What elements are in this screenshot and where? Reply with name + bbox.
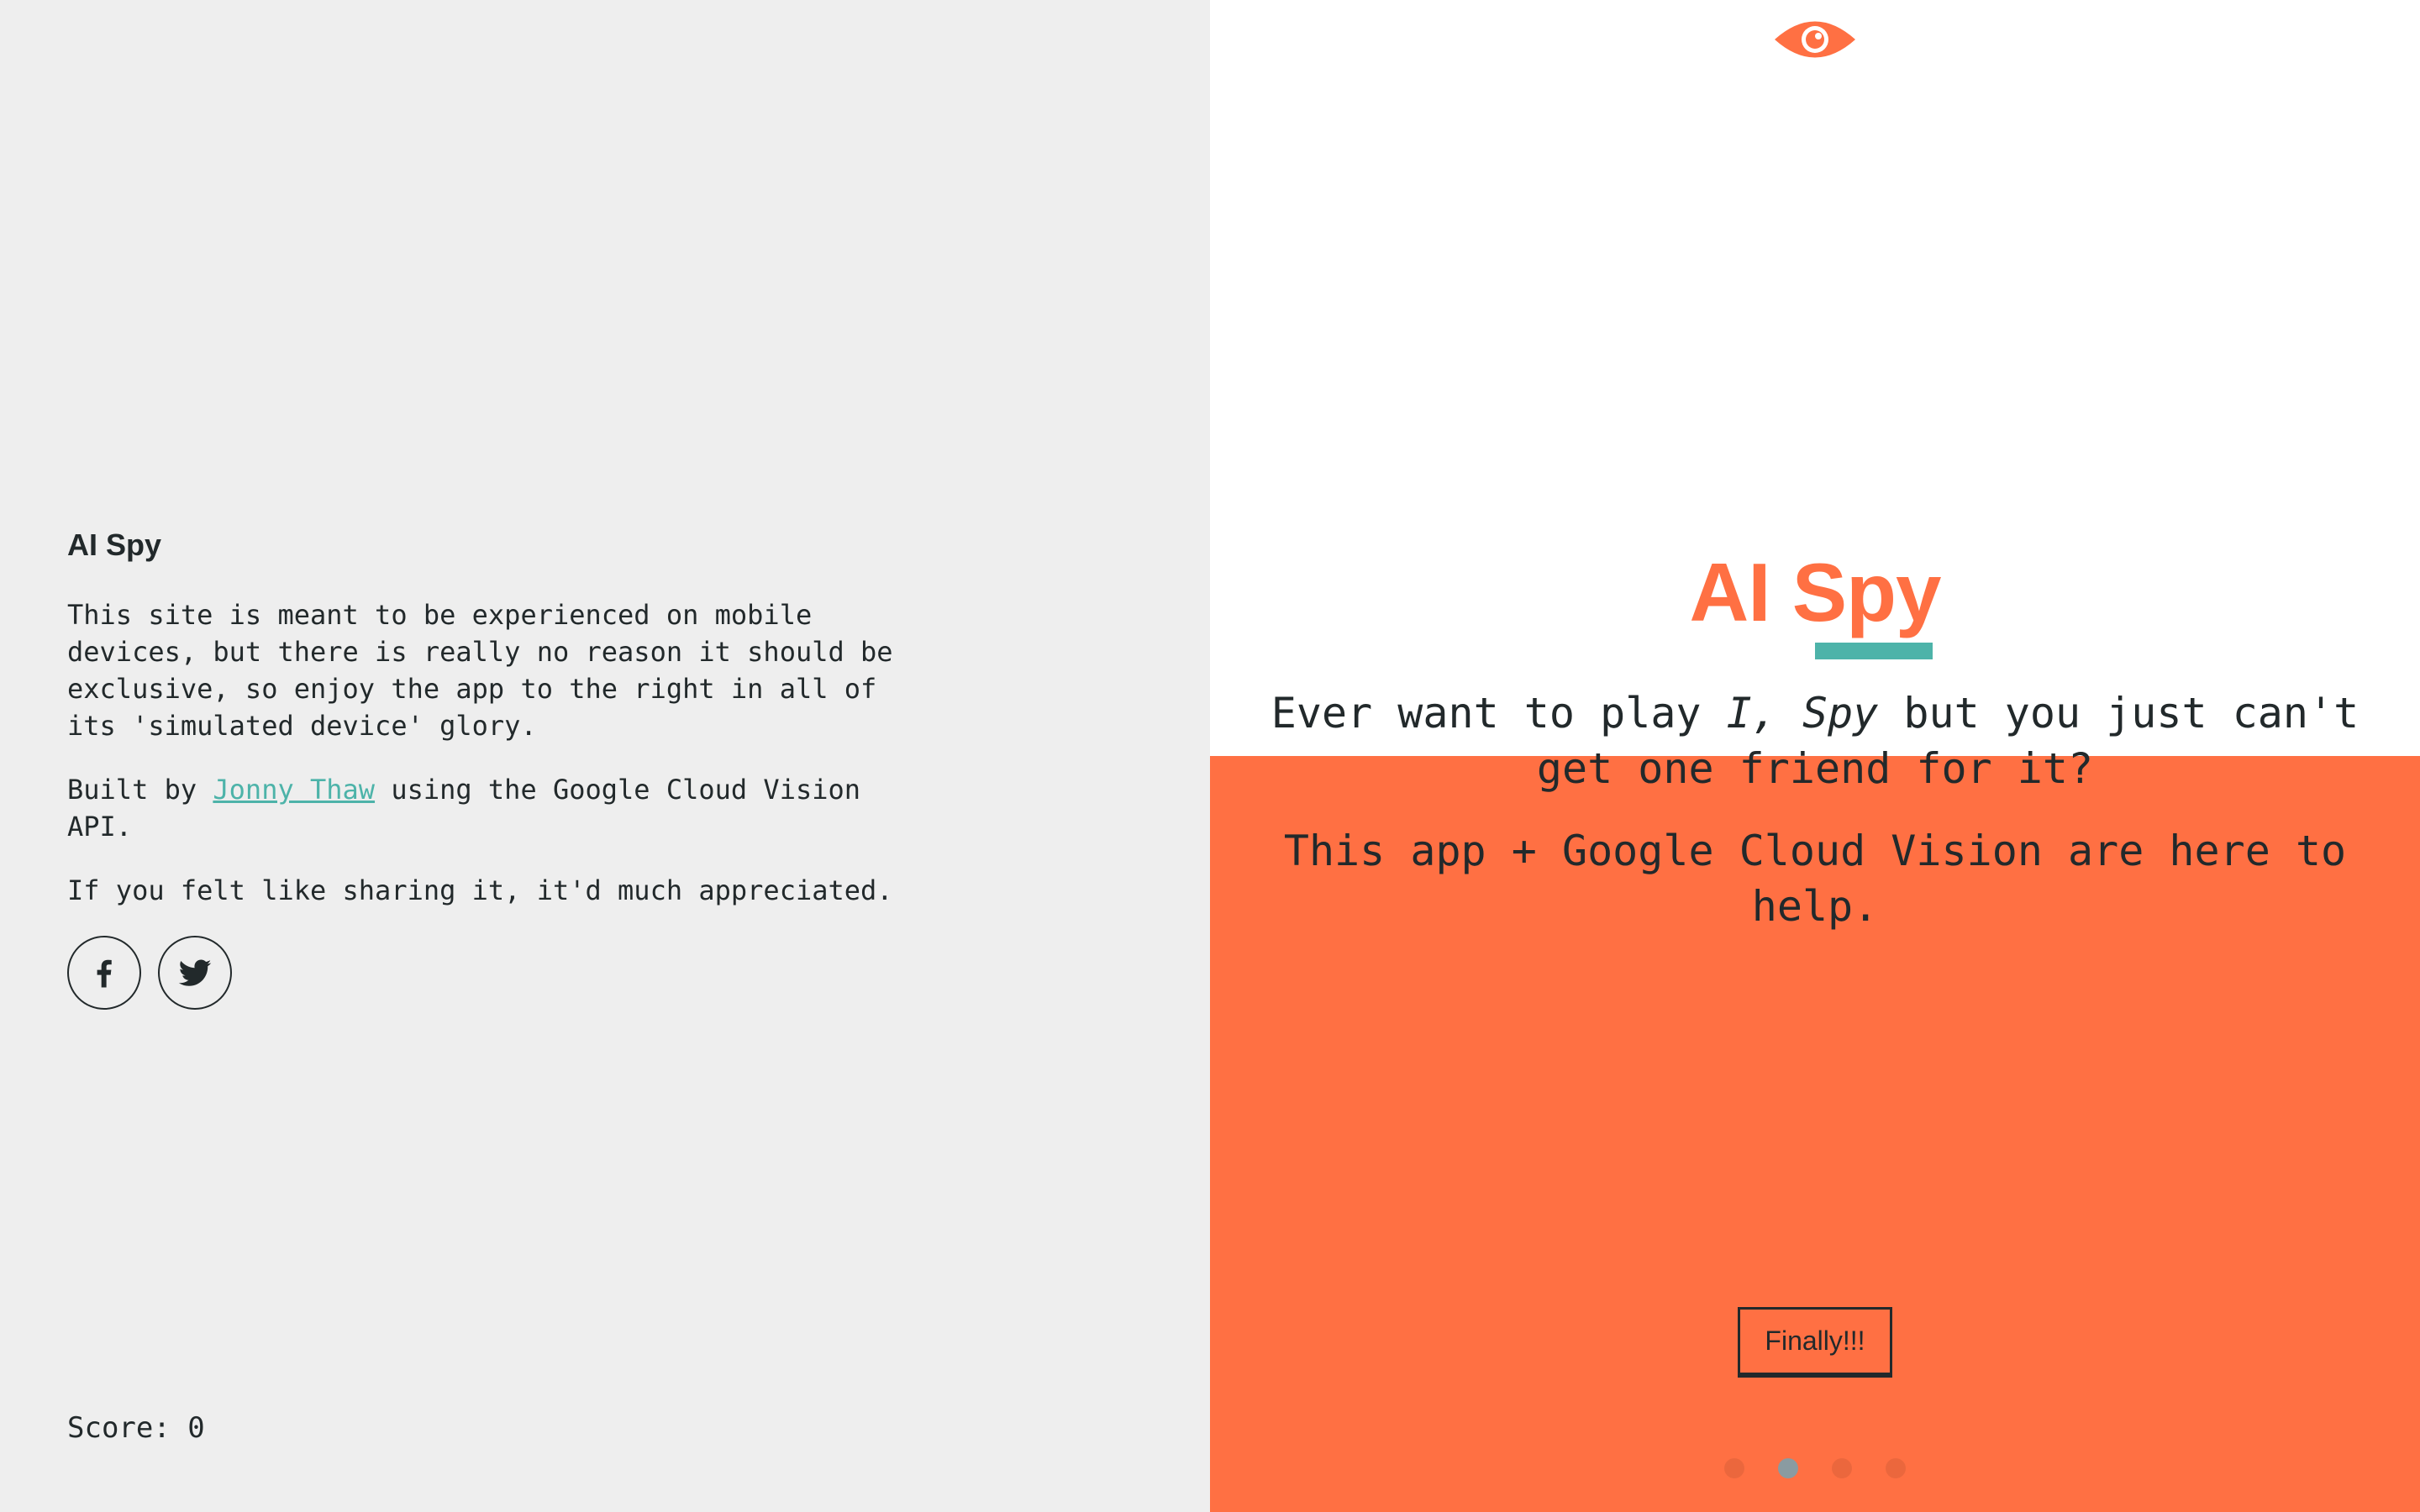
built-by-prefix: Built by (67, 774, 213, 806)
pagination-dot[interactable] (1832, 1458, 1852, 1478)
info-panel: AI Spy This site is meant to be experien… (0, 0, 1210, 1512)
pagination-dot[interactable] (1886, 1458, 1906, 1478)
built-by-paragraph: Built by Jonny Thaw using the Google Clo… (67, 771, 941, 845)
eye-icon (1775, 21, 1855, 58)
info-content: AI Spy This site is meant to be experien… (67, 528, 941, 1010)
facebook-icon (97, 959, 112, 988)
app-name-heading: AI Spy (67, 528, 162, 562)
pagination-dot[interactable] (1724, 1458, 1744, 1478)
pagination-dot-active[interactable] (1778, 1458, 1798, 1478)
finally-button[interactable]: Finally!!! (1738, 1307, 1892, 1378)
twitter-icon (178, 959, 212, 986)
tagline-part-a: Ever want to play (1270, 689, 1727, 738)
author-link[interactable]: Jonny Thaw (213, 774, 375, 806)
social-share-row (67, 936, 941, 1010)
tagline-game-name: I, Spy (1726, 689, 1879, 738)
twitter-share-button[interactable] (158, 936, 232, 1010)
facebook-share-button[interactable] (67, 936, 141, 1010)
logo-underline (1815, 643, 1933, 659)
pagination-dots (1210, 1458, 2420, 1478)
share-paragraph: If you felt like sharing it, it'd much a… (67, 874, 893, 906)
score-display: Score: 0 (67, 1411, 205, 1445)
intro-paragraph: This site is meant to be experienced on … (67, 599, 893, 742)
simulated-device: AI Spy Ever want to play I, Spy but you … (1210, 0, 2420, 1512)
tagline-question: Ever want to play I, Spy but you just ca… (1260, 685, 2370, 796)
tagline-answer: This app + Google Cloud Vision are here … (1283, 827, 2347, 931)
app-logo: AI Spy (1689, 546, 1942, 638)
